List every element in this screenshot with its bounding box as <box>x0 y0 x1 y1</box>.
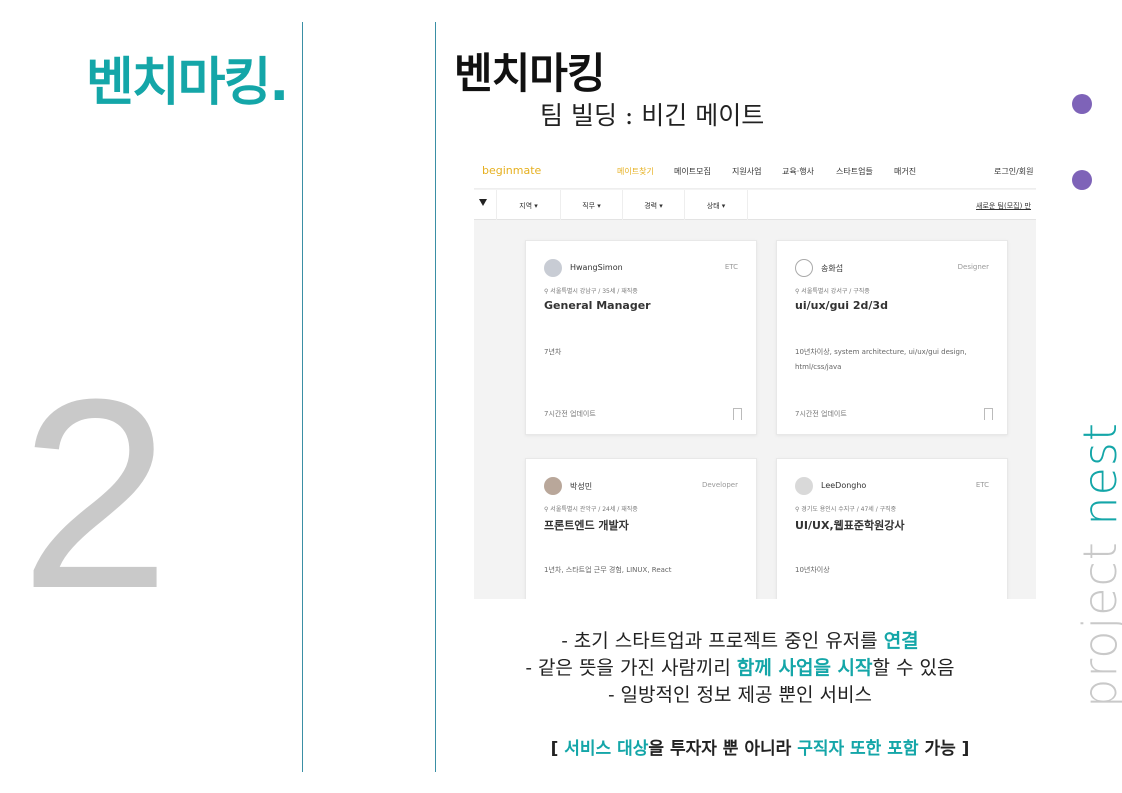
filter-region[interactable]: 지역 ▾ <box>496 190 560 220</box>
profile-card[interactable]: LeeDongho ETC ⚲ 경기도 용인시 수지구 / 47세 / 구직중 … <box>776 458 1008 599</box>
note-text: 을 투자자 뿐 아니라 <box>648 739 798 759</box>
bullet-item: - 같은 뜻을 가진 사람끼리 함께 사업을 시작할 수 있음 <box>440 655 1040 682</box>
nav-item-magazine[interactable]: 매거진 <box>894 166 916 177</box>
card-name: 박성민 <box>570 482 593 491</box>
card-name: LeeDongho <box>821 481 867 490</box>
note-highlight: 서비스 대상 <box>564 739 649 759</box>
page-subtitle: 팀 빌딩 : 비긴 메이트 <box>540 101 765 130</box>
filter-icon[interactable] <box>479 199 487 206</box>
card-title: 프론트엔드 개발자 <box>544 519 629 532</box>
filter-bar: 지역 ▾ 직무 ▾ 경력 ▾ 상태 ▾ 새로운 팀(모집) 만 <box>474 190 1036 220</box>
page-title: 벤치마킹 <box>454 49 606 98</box>
card-meta: ⚲ 서울특별시 관악구 / 24세 / 재직중 <box>544 506 638 513</box>
brand-part2: nest <box>1073 422 1122 526</box>
login-link[interactable]: 로그인/회원 <box>994 166 1034 177</box>
profile-card[interactable]: 박성민 Developer ⚲ 서울특별시 관악구 / 24세 / 재직중 프론… <box>525 458 757 599</box>
card-name: HwangSimon <box>570 263 623 272</box>
bullet-text: - 같은 뜻을 가진 사람끼리 <box>525 657 737 679</box>
card-tag: Designer <box>957 263 989 271</box>
card-time: 7시간전 업데이트 <box>795 410 847 418</box>
card-title: UI/UX,웹표준학원강사 <box>795 519 905 532</box>
bullet-text: 할 수 있음 <box>872 657 955 679</box>
new-post-link[interactable]: 새로운 팀(모집) 만 <box>976 201 1031 211</box>
avatar <box>544 477 562 495</box>
card-tag: ETC <box>975 481 989 489</box>
avatar <box>795 477 813 495</box>
bullet-list: - 초기 스타트업과 프로젝트 중인 유저를 연결 - 같은 뜻을 가진 사람끼… <box>440 628 1040 709</box>
filter-career[interactable]: 경력 ▾ <box>622 190 684 220</box>
divider-right <box>435 22 436 772</box>
nav-item-support[interactable]: 지원사업 <box>732 166 761 177</box>
nav-item-recruit-mate[interactable]: 메이트모집 <box>674 166 711 177</box>
nav-item-events[interactable]: 교육·행사 <box>782 166 814 177</box>
bullet-text: - 초기 스타트업과 프로젝트 중인 유저를 <box>561 630 884 652</box>
section-number: 2 <box>20 344 171 645</box>
card-meta: ⚲ 서울특별시 강서구 / 구직중 <box>795 288 870 295</box>
bullet-dot <box>1072 94 1092 114</box>
card-title: ui/ux/gui 2d/3d <box>795 299 888 312</box>
benchmark-screenshot: beginmate 메이트찾기 메이트모집 지원사업 교육·행사 스타트업들 매… <box>474 155 1036 599</box>
bullet-item: - 초기 스타트업과 프로젝트 중인 유저를 연결 <box>440 628 1040 655</box>
card-desc: 1년차, 스타트업 근무 경험, LINUX, React <box>544 566 672 574</box>
summary-note: [ 서비스 대상을 투자자 뿐 아니라 구직자 또한 포함 가능 ] <box>440 734 1080 759</box>
brand-part1: project <box>1073 525 1122 708</box>
note-text: [ <box>550 739 565 759</box>
card-desc: 10년차이상, system architecture, ui/ux/gui d… <box>795 348 967 371</box>
card-tag: ETC <box>724 263 738 271</box>
bookmark-icon[interactable] <box>984 408 993 420</box>
bullet-dot <box>1072 170 1092 190</box>
card-desc: 10년차이상 <box>795 566 830 574</box>
nav-item-find-mate[interactable]: 메이트찾기 <box>617 166 654 177</box>
filter-job[interactable]: 직무 ▾ <box>560 190 622 220</box>
note-highlight: 구직자 또한 포함 <box>797 739 919 759</box>
card-time: 7시간전 업데이트 <box>544 410 596 418</box>
bullet-text: - 일방적인 정보 제공 뿐인 서비스 <box>608 684 872 706</box>
bookmark-icon[interactable] <box>733 408 742 420</box>
nav-item-startups[interactable]: 스타트업들 <box>836 166 873 177</box>
card-name: 송화섭 <box>821 264 844 273</box>
avatar <box>544 259 562 277</box>
profile-card[interactable]: HwangSimon ETC ⚲ 서울특별시 강남구 / 35세 / 재직중 G… <box>525 240 757 435</box>
site-nav: beginmate 메이트찾기 메이트모집 지원사업 교육·행사 스타트업들 매… <box>474 155 1036 189</box>
card-title: General Manager <box>544 299 651 312</box>
bullet-highlight: 함께 사업을 시작 <box>736 657 873 679</box>
side-title: 벤치마킹. <box>86 53 289 113</box>
divider-left <box>302 22 303 772</box>
brand-logo: project nest <box>1073 422 1122 708</box>
profile-card[interactable]: 송화섭 Designer ⚲ 서울특별시 강서구 / 구직중 ui/ux/gui… <box>776 240 1008 435</box>
filter-status[interactable]: 상태 ▾ <box>684 190 748 220</box>
bullet-item: - 일방적인 정보 제공 뿐인 서비스 <box>440 682 1040 709</box>
avatar <box>795 259 813 277</box>
note-text: 가능 ] <box>918 739 970 759</box>
bullet-highlight: 연결 <box>883 630 919 652</box>
site-logo[interactable]: beginmate <box>482 164 541 177</box>
card-tag: Developer <box>701 481 738 489</box>
card-meta: ⚲ 경기도 용인시 수지구 / 47세 / 구직중 <box>795 506 897 513</box>
card-desc: 7년차 <box>544 348 562 356</box>
card-meta: ⚲ 서울특별시 강남구 / 35세 / 재직중 <box>544 288 638 295</box>
